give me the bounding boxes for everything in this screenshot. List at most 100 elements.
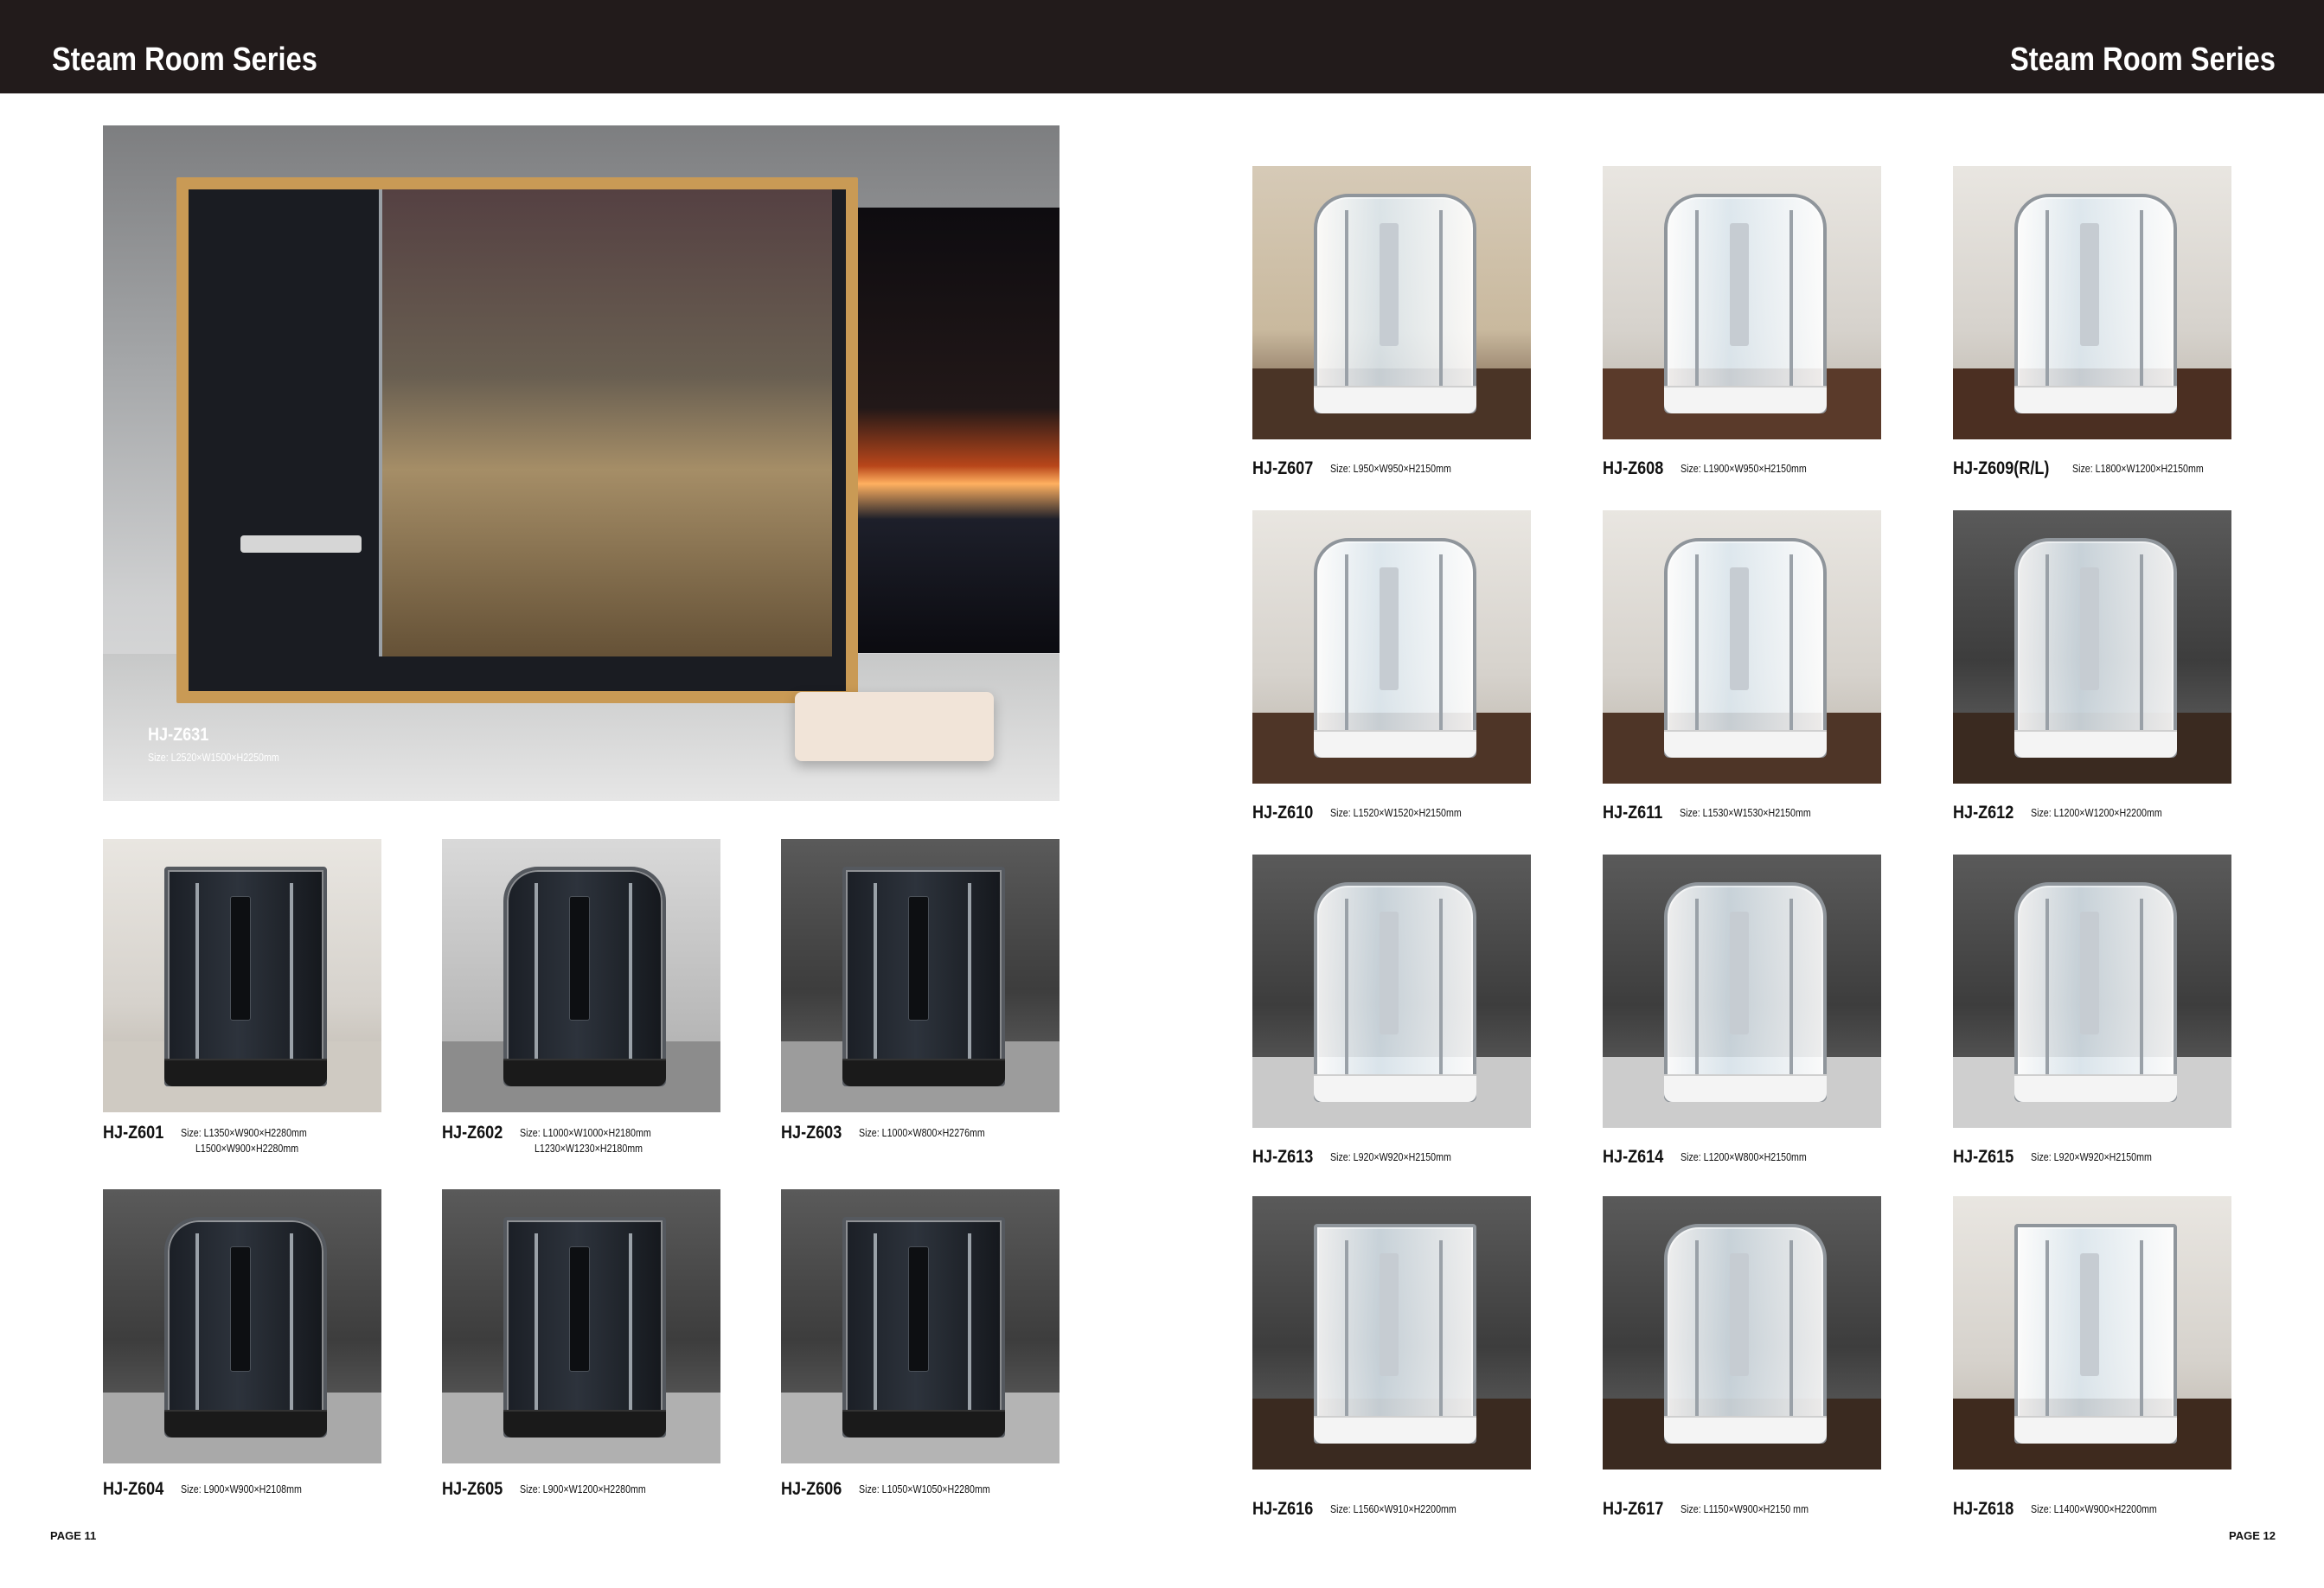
product-size-alt: L1500×W900×H2280mm xyxy=(195,1142,299,1155)
product-caption: HJ-Z618 Size: L1400×W900×H2200mm xyxy=(1953,1499,2184,1520)
product-size: Size: L1350×W900×H2280mm xyxy=(180,1126,307,1139)
product-size: Size: L1200×W1200×H2200mm xyxy=(2030,806,2162,819)
door-rail xyxy=(874,882,877,1062)
shower-cabin-illustration xyxy=(1314,882,1476,1102)
door-rail xyxy=(1439,209,1443,389)
hero-model: HJ-Z631 xyxy=(148,725,209,745)
shower-tray xyxy=(842,1059,1005,1086)
product-model: HJ-Z602 xyxy=(442,1123,503,1143)
product-size: Size: L1800×W1200×H2150mm xyxy=(2071,462,2204,475)
door-rail xyxy=(1789,1239,1793,1419)
door-rail xyxy=(1695,898,1699,1078)
shower-tray xyxy=(1314,730,1476,758)
product-caption: HJ-Z616 Size: L1560×W910×H2200mm xyxy=(1252,1499,1483,1520)
hero-product-photo xyxy=(103,125,1060,801)
product-caption: HJ-Z607 Size: L950×W950×H2150mm xyxy=(1252,458,1477,479)
door-rail xyxy=(874,1233,877,1413)
product-caption: HJ-Z604 Size: L900×W900×H2108mm xyxy=(103,1479,328,1500)
shower-tray xyxy=(1314,1074,1476,1102)
shower-cabin-illustration xyxy=(1314,538,1476,758)
product-photo xyxy=(1953,510,2231,784)
shower-tray xyxy=(1314,386,1476,413)
shower-tray xyxy=(2014,1074,2177,1102)
shower-cabin-illustration xyxy=(2014,882,2177,1102)
shower-panel xyxy=(1380,567,1399,691)
product-caption: HJ-Z608 Size: L1900×W950×H2150mm xyxy=(1603,458,1834,479)
product-size: Size: L920×W920×H2150mm xyxy=(2030,1150,2152,1163)
shower-cabin-illustration xyxy=(2014,194,2177,413)
product-model: HJ-Z608 xyxy=(1603,458,1664,478)
shower-panel xyxy=(1730,567,1749,691)
hero-caption: HJ-Z631 Size: L2520×W1500×H2250mm xyxy=(148,725,279,764)
door-rail xyxy=(2140,554,2143,733)
product-model: HJ-Z610 xyxy=(1252,803,1314,823)
shower-panel xyxy=(569,895,590,1021)
product-size: Size: L1560×W910×H2200mm xyxy=(1329,1502,1457,1515)
door-rail xyxy=(2140,209,2143,389)
door-rail xyxy=(290,1233,293,1413)
shower-cabin-illustration xyxy=(1664,538,1827,758)
shower-cabin-illustration xyxy=(1314,194,1476,413)
product-photo xyxy=(781,1189,1060,1463)
product-size: Size: L1520×W1520×H2150mm xyxy=(1329,806,1462,819)
shower-cabin-illustration xyxy=(503,1217,666,1438)
product-caption: HJ-Z602 Size: L1000×W1000×H2180mm L1230×W1… xyxy=(442,1123,680,1155)
product-model: HJ-Z601 xyxy=(103,1123,164,1143)
door-rail xyxy=(1695,209,1699,389)
shower-cabin-illustration xyxy=(503,867,666,1086)
shower-cabin-illustration xyxy=(842,867,1005,1086)
shower-tray xyxy=(503,1059,666,1086)
door-rail xyxy=(1439,554,1443,733)
door-rail xyxy=(1789,554,1793,733)
door-rail xyxy=(1345,898,1348,1078)
shower-cabin-illustration xyxy=(164,1217,327,1438)
product-photo xyxy=(103,1189,381,1463)
product-model: HJ-Z617 xyxy=(1603,1499,1664,1519)
product-photo xyxy=(1953,1196,2231,1470)
product-model: HJ-Z614 xyxy=(1603,1147,1664,1167)
door-rail xyxy=(968,882,971,1062)
shower-panel xyxy=(569,1245,590,1372)
product-size: Size: L900×W1200×H2280mm xyxy=(519,1482,646,1495)
header-bar: Steam Room Series Steam Room Series xyxy=(0,0,2324,93)
door-rail xyxy=(2046,554,2049,733)
shower-panel xyxy=(1730,911,1749,1035)
door-rail xyxy=(629,1233,632,1413)
shower-cabin-illustration xyxy=(1664,1224,1827,1444)
hero-sauna-glass xyxy=(379,189,832,656)
door-rail xyxy=(195,882,199,1062)
door-rail xyxy=(629,882,632,1062)
door-rail xyxy=(2046,209,2049,389)
shower-panel xyxy=(2080,222,2099,347)
product-photo xyxy=(1603,166,1881,439)
product-model: HJ-Z603 xyxy=(781,1123,842,1143)
product-caption: HJ-Z601 Size: L1350×W900×H2280mm L1500×W90… xyxy=(103,1123,334,1155)
shower-cabin-illustration xyxy=(1314,1224,1476,1444)
door-rail xyxy=(195,1233,199,1413)
door-rail xyxy=(1789,209,1793,389)
shower-panel xyxy=(2080,567,2099,691)
shower-panel xyxy=(1730,222,1749,347)
product-size: Size: L1400×W900×H2200mm xyxy=(2030,1502,2157,1515)
product-caption: HJ-Z605 Size: L900×W1200×H2280mm xyxy=(442,1479,673,1500)
product-model: HJ-Z604 xyxy=(103,1479,164,1499)
product-model: HJ-Z607 xyxy=(1252,458,1314,478)
door-rail xyxy=(2046,898,2049,1078)
shower-panel xyxy=(1380,1252,1399,1377)
product-model: HJ-Z611 xyxy=(1603,803,1663,823)
shower-panel xyxy=(2080,1252,2099,1377)
product-caption: HJ-Z617 Size: L1150×W900×H2150 mm xyxy=(1603,1499,1836,1520)
product-model: HJ-Z618 xyxy=(1953,1499,2014,1519)
product-size: Size: L1000×W800×H2276mm xyxy=(858,1126,985,1139)
page-number-right: PAGE 12 xyxy=(2229,1529,2276,1542)
hero-size: Size: L2520×W1500×H2250mm xyxy=(148,751,279,764)
shower-cabin-illustration xyxy=(164,867,327,1086)
door-rail xyxy=(1439,1239,1443,1419)
product-model: HJ-Z613 xyxy=(1252,1147,1314,1167)
product-caption: HJ-Z613 Size: L920×W920×H2150mm xyxy=(1252,1147,1477,1168)
product-photo xyxy=(1252,855,1531,1128)
product-size: Size: L950×W950×H2150mm xyxy=(1329,462,1451,475)
product-size: Size: L920×W920×H2150mm xyxy=(1329,1150,1451,1163)
shower-panel xyxy=(1380,222,1399,347)
shower-cabin-illustration xyxy=(1664,194,1827,413)
